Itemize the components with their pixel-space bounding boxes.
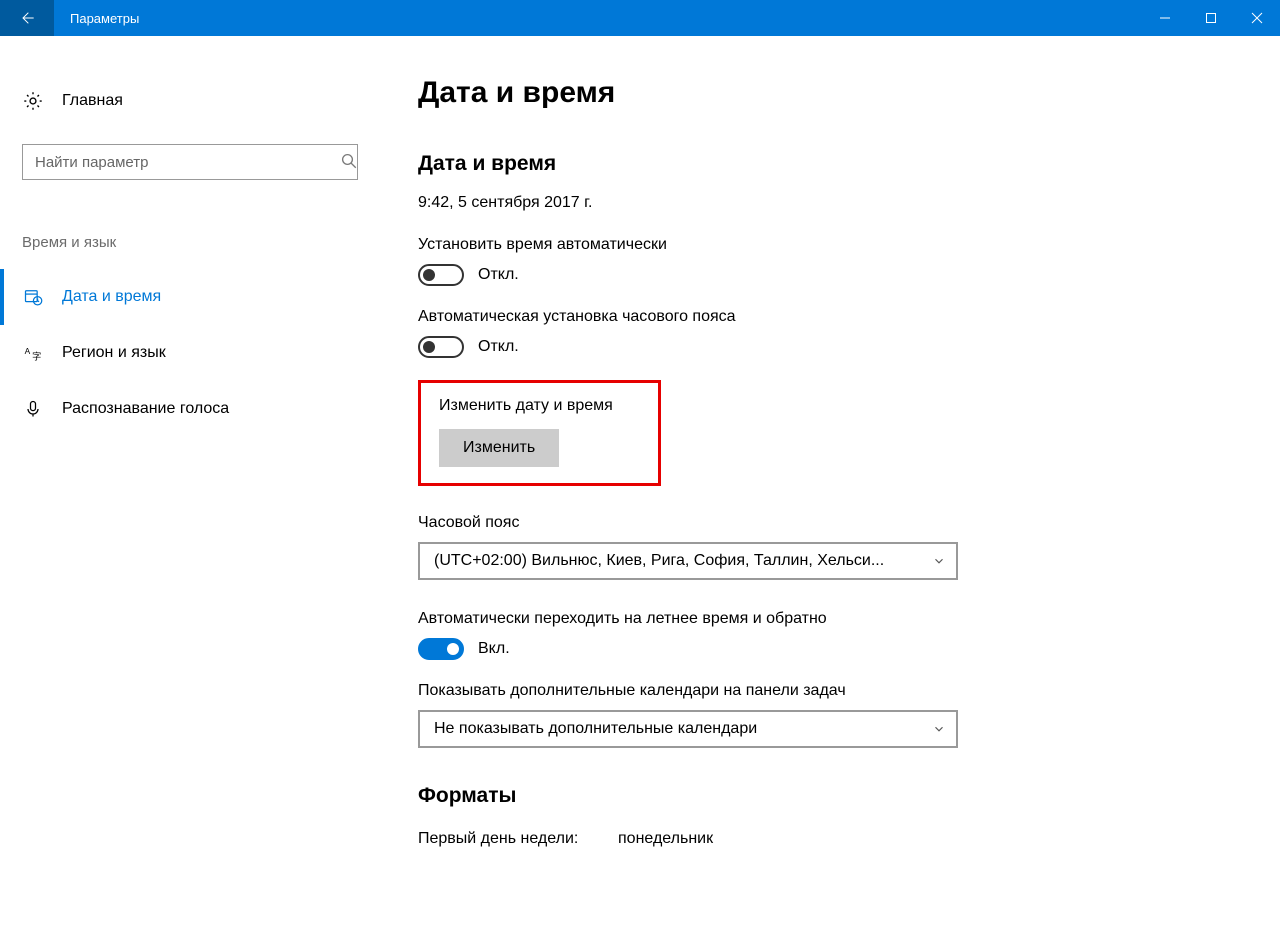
sidebar-item-region[interactable]: A 字 Регион и язык [0,325,390,381]
timezone-label: Часовой пояс [418,514,1160,532]
sidebar: Главная Время и язык Дата и [0,36,390,929]
maximize-button[interactable] [1188,0,1234,36]
extra-calendars-value: Не показывать дополнительные календари [434,720,757,738]
close-icon [1251,12,1263,24]
window-title: Параметры [70,11,139,26]
first-day-value: понедельник [618,830,713,848]
calendar-clock-icon [22,286,44,308]
minimize-button[interactable] [1142,0,1188,36]
window-body: Главная Время и язык Дата и [0,36,1280,929]
page-title: Дата и время [418,76,1160,110]
back-button[interactable] [0,0,54,36]
close-button[interactable] [1234,0,1280,36]
settings-window: Параметры Главная [0,0,1280,929]
first-day-label: Первый день недели: [418,830,618,848]
minimize-icon [1159,12,1171,24]
dst-toggle-row: Вкл. [418,638,1160,660]
dst-state: Вкл. [478,640,510,658]
sidebar-item-datetime[interactable]: Дата и время [0,269,390,325]
content: Дата и время Дата и время 9:42, 5 сентяб… [390,36,1280,929]
auto-tz-state: Откл. [478,338,519,356]
search-icon [340,152,358,170]
maximize-icon [1205,12,1217,24]
sidebar-item-label: Регион и язык [62,344,166,362]
auto-time-state: Откл. [478,266,519,284]
section-formats-title: Форматы [418,784,1160,808]
microphone-icon [22,398,44,420]
timezone-value: (UTC+02:00) Вильнюс, Киев, Рига, София, … [434,552,884,570]
change-datetime-button[interactable]: Изменить [439,429,559,467]
sidebar-nav: Дата и время A 字 Регион и язык [0,269,390,437]
language-icon: A 字 [22,342,44,364]
timezone-select[interactable]: (UTC+02:00) Вильнюс, Киев, Рига, София, … [418,542,958,580]
auto-tz-label: Автоматическая установка часового пояса [418,308,1160,326]
change-datetime-highlight: Изменить дату и время Изменить [418,380,661,486]
auto-tz-toggle-row: Откл. [418,336,1160,358]
current-datetime: 9:42, 5 сентября 2017 г. [418,194,1160,212]
auto-time-label: Установить время автоматически [418,236,1160,254]
svg-text:字: 字 [32,351,41,362]
dst-toggle[interactable] [418,638,464,660]
auto-time-toggle-row: Откл. [418,264,1160,286]
sidebar-home-label: Главная [62,92,123,110]
auto-tz-toggle[interactable] [418,336,464,358]
extra-calendars-select[interactable]: Не показывать дополнительные календари [418,710,958,748]
arrow-left-icon [19,10,35,26]
gear-icon [22,90,44,112]
svg-text:A: A [25,346,31,356]
chevron-down-icon [932,722,946,736]
sidebar-home[interactable]: Главная [0,86,390,116]
dst-label: Автоматически переходить на летнее время… [418,610,1160,628]
auto-time-toggle[interactable] [418,264,464,286]
change-datetime-label: Изменить дату и время [439,397,640,415]
sidebar-item-label: Дата и время [62,288,161,306]
first-day-row: Первый день недели: понедельник [418,830,1160,848]
sidebar-category-label: Время и язык [22,234,390,251]
sidebar-item-label: Распознавание голоса [62,400,229,418]
section-datetime-title: Дата и время [418,152,1160,176]
chevron-down-icon [932,554,946,568]
search-input[interactable] [22,144,358,180]
search-field-wrapper [22,144,368,180]
sidebar-item-speech[interactable]: Распознавание голоса [0,381,390,437]
titlebar: Параметры [0,0,1280,36]
extra-calendars-label: Показывать дополнительные календари на п… [418,682,1160,700]
